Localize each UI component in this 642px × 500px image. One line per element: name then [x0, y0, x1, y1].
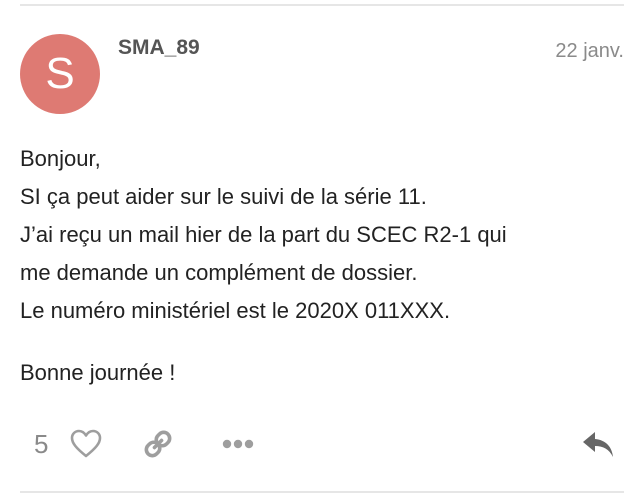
- avatar[interactable]: S: [20, 34, 100, 114]
- post-line: Bonjour,: [20, 146, 101, 171]
- post-line: SI ça peut aider sur le suivi de la séri…: [20, 184, 427, 209]
- like-count[interactable]: 5: [34, 429, 48, 460]
- bottom-divider: [20, 491, 624, 493]
- post-date[interactable]: 22 janv.: [555, 40, 624, 63]
- post-body: Bonjour, SI ça peut aider sur le suivi d…: [20, 140, 620, 392]
- post-closing: Bonne journée !: [20, 360, 176, 385]
- post-line: me demande un complément de dossier.: [20, 260, 418, 285]
- username-link[interactable]: SMA_89: [118, 36, 200, 60]
- post-line: Le numéro ministériel est le 2020X 011XX…: [20, 298, 451, 323]
- top-divider: [20, 4, 624, 6]
- post-actions: 5: [20, 422, 624, 466]
- reply-icon: [583, 432, 613, 457]
- avatar-letter: S: [45, 49, 75, 98]
- heart-icon: [70, 429, 102, 458]
- like-button[interactable]: [68, 426, 104, 462]
- reply-button[interactable]: [578, 426, 618, 462]
- more-button[interactable]: [220, 426, 256, 462]
- copy-link-button[interactable]: [140, 426, 176, 462]
- more-icon: [222, 439, 254, 449]
- link-icon: [144, 430, 172, 458]
- post-line: J’ai reçu un mail hier de la part du SCE…: [20, 222, 507, 247]
